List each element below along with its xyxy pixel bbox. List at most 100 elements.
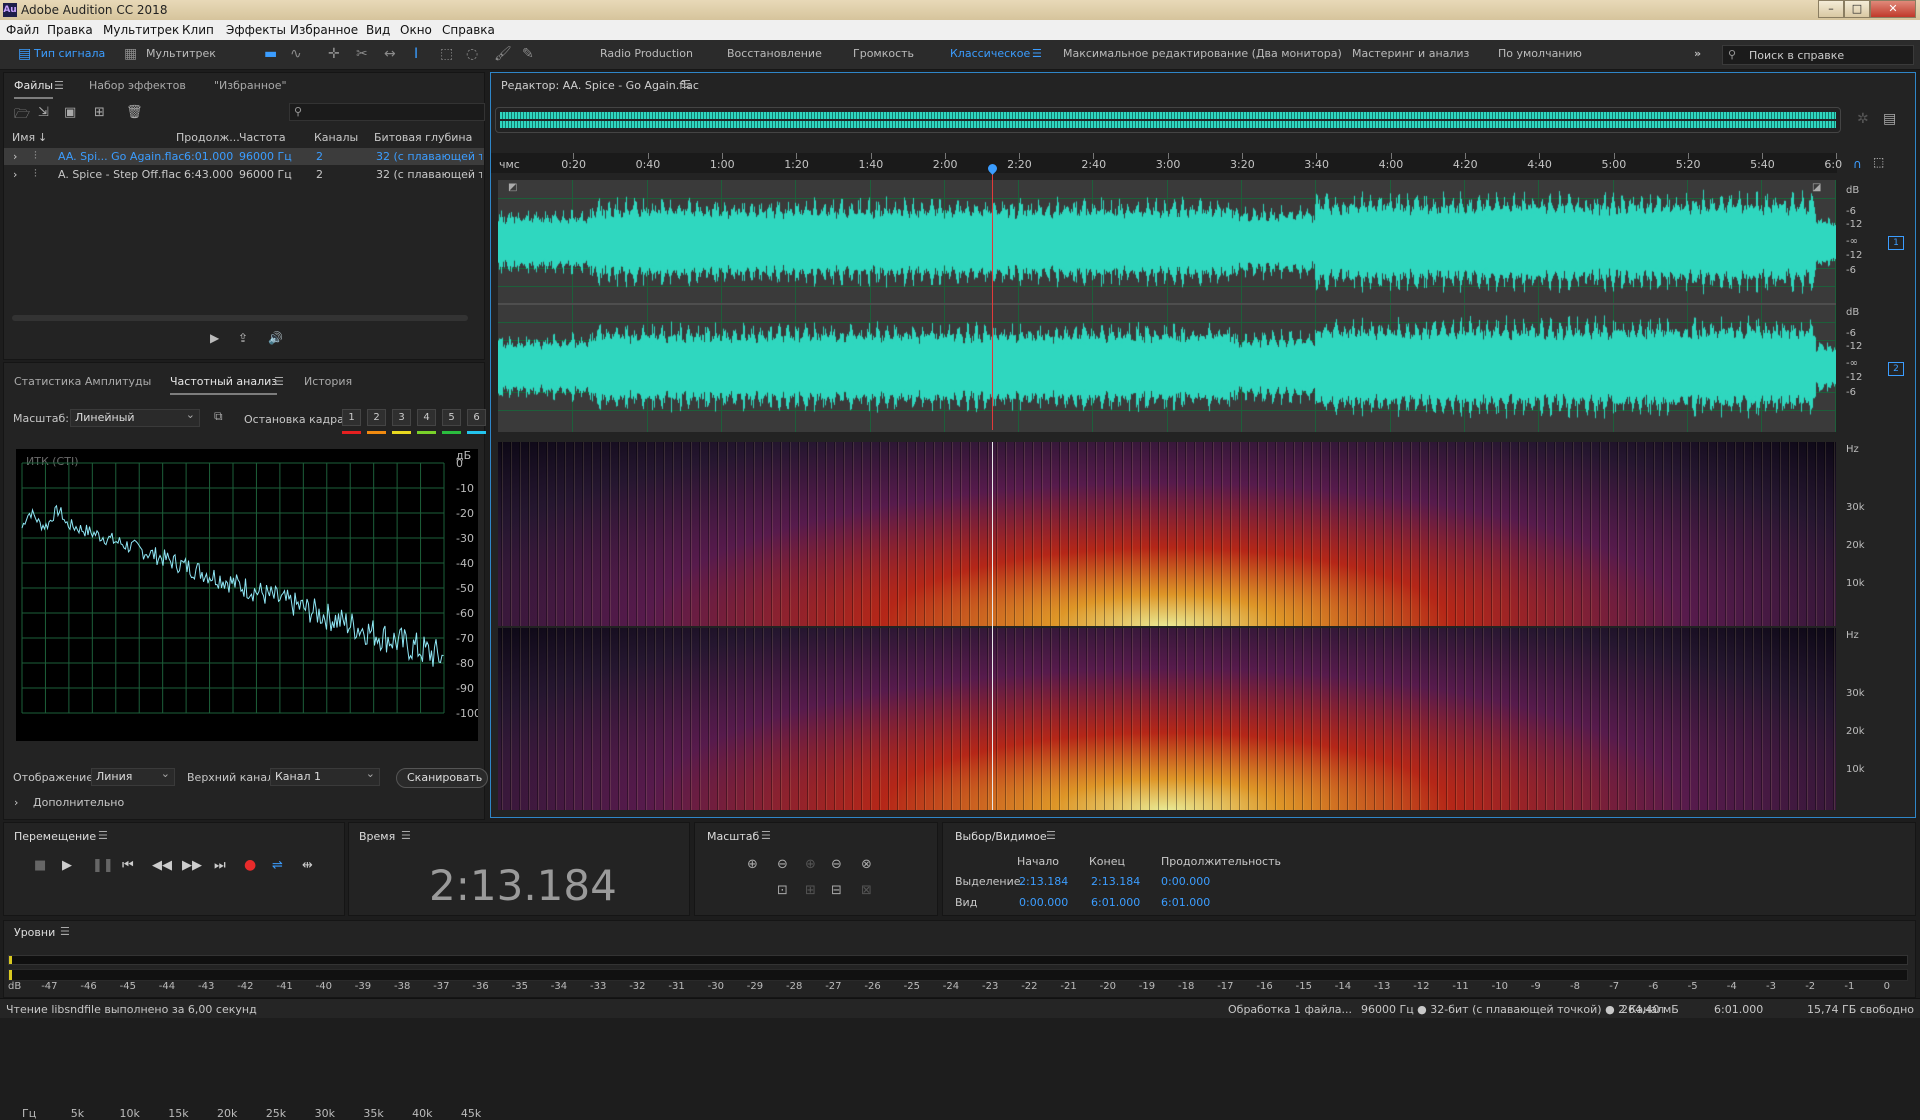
selection-duration[interactable]: 0:00.000 (1161, 875, 1210, 888)
selection-menu-icon[interactable]: ☰ (1046, 829, 1056, 842)
horizontal-scrollbar[interactable] (12, 315, 468, 321)
workspace-default[interactable]: По умолчанию (1498, 47, 1582, 60)
record-icon[interactable]: ● (244, 857, 256, 873)
new-file-icon[interactable]: ▣ (64, 105, 76, 120)
move-tool-icon[interactable]: ✛ (328, 46, 340, 62)
channel-badge[interactable]: 1 (1888, 236, 1904, 250)
editor-menu-icon[interactable]: ☰ (681, 78, 691, 91)
column-bit-depth[interactable]: Битовая глубина (374, 131, 472, 144)
panel-options-icon[interactable]: ▤ (1883, 111, 1896, 127)
channel-badge[interactable]: 2 (1888, 362, 1904, 376)
files-tab-menu-icon[interactable]: ☰ (54, 79, 64, 92)
preview-volume-icon[interactable]: 🔊 (268, 331, 283, 345)
scan-button[interactable]: Сканировать (396, 768, 488, 788)
tab-files[interactable]: Файлы (14, 79, 54, 99)
play-icon[interactable]: ▶ (62, 858, 72, 873)
zoom-to-selection-icon[interactable]: ⊡ (777, 883, 788, 898)
skip-forward-icon[interactable]: ⏭ (214, 858, 226, 873)
close-file-icon[interactable]: 🗑 (126, 105, 143, 120)
marquee-tool-icon[interactable]: ⬚ (440, 46, 453, 62)
import-file-icon[interactable]: ⇲ (38, 105, 49, 120)
workspace-classic[interactable]: Классическое (950, 47, 1030, 60)
menu-view[interactable]: Вид (366, 23, 390, 37)
insert-into-multitrack-icon[interactable]: ⊞ (94, 105, 105, 120)
time-menu-icon[interactable]: ☰ (401, 829, 411, 842)
time-ruler[interactable]: чмс 0:20 0:40 1:00 1:20 1:40 2:00 2:20 2:40 3:00… (491, 153, 1842, 173)
tab-history[interactable]: История (304, 375, 352, 388)
view-start[interactable]: 0:00.000 (1019, 896, 1068, 909)
selection-end[interactable]: 2:13.184 (1091, 875, 1140, 888)
transport-menu-icon[interactable]: ☰ (98, 829, 108, 842)
loop-icon[interactable]: ∩ (1853, 157, 1862, 171)
multitrack-view-button[interactable]: Мультитрек (146, 47, 216, 60)
selection-start[interactable]: 2:13.184 (1019, 875, 1068, 888)
menu-multitrack[interactable]: Мультитрек (103, 23, 179, 37)
tab-frequency-analysis[interactable]: Частотный анализ (170, 375, 278, 395)
brush-tool-icon[interactable]: 🖌 (494, 46, 512, 62)
slip-tool-icon[interactable]: ↔ (384, 46, 396, 62)
levels-menu-icon[interactable]: ☰ (60, 925, 70, 938)
menu-favorites[interactable]: Избранное (290, 23, 358, 37)
workspace-restoration[interactable]: Восстановление (727, 47, 822, 60)
freeze-frame-button[interactable]: 6 (467, 409, 486, 426)
advanced-toggle[interactable]: Дополнительно (33, 796, 124, 809)
column-name[interactable]: Имя (12, 131, 35, 144)
zoom-in-out-point-icon[interactable]: ⊞ (805, 883, 816, 898)
time-selection-tool-icon[interactable]: I (414, 46, 418, 62)
waveform-view-button[interactable]: Тип сигнала (34, 47, 105, 60)
hud-corner-icon[interactable]: ◪ (1812, 182, 1821, 193)
overview-navigator[interactable] (495, 107, 1841, 133)
menu-clip[interactable]: Клип (182, 23, 214, 37)
freeze-frame-button[interactable]: 4 (417, 409, 436, 426)
zoom-out-full-icon[interactable]: ⊗ (861, 857, 872, 872)
files-search-input[interactable]: ⚲ (289, 103, 485, 121)
freeze-frame-button[interactable]: 2 (367, 409, 386, 426)
zoom-in-point-icon[interactable]: ⊟ (831, 883, 842, 898)
fast-forward-icon[interactable]: ▶▶ (182, 858, 202, 873)
razor-tool-icon[interactable]: ✂ (356, 46, 368, 62)
help-search-input[interactable]: Поиск в справке (1749, 49, 1844, 62)
analysis-tab-menu-icon[interactable]: ☰ (274, 375, 284, 388)
healing-tool-icon[interactable]: ✎ (522, 46, 534, 62)
view-end[interactable]: 6:01.000 (1091, 896, 1140, 909)
lasso-tool-icon[interactable]: ◌ (466, 46, 478, 62)
menu-file[interactable]: Файл (6, 23, 39, 37)
loop-playback-icon[interactable]: ⇌ (272, 858, 283, 873)
display-select[interactable]: Линия (91, 766, 175, 786)
skip-back-icon[interactable]: ⏮ (122, 858, 134, 873)
waveform-area[interactable] (498, 180, 1836, 432)
table-row[interactable]: › ⫶ A. Spice - Step Off.flac 6:43.000 96… (4, 166, 484, 183)
zoom-in-time-icon[interactable]: ⊕ (805, 857, 816, 872)
help-search-box[interactable]: ⚲ Поиск в справке (1722, 45, 1914, 65)
spectral-display-icon[interactable]: ▬ (264, 46, 277, 62)
workspace-radio-production[interactable]: Radio Production (600, 47, 693, 60)
scale-select[interactable]: Линейный (70, 407, 200, 427)
pitch-display-icon[interactable]: ∿ (290, 46, 302, 62)
menu-effects[interactable]: Эффекты (226, 23, 286, 37)
workspace-mastering[interactable]: Мастеринг и анализ (1352, 47, 1469, 60)
expand-arrow-icon[interactable]: › (14, 796, 18, 809)
freeze-frame-button[interactable]: 3 (392, 409, 411, 426)
workspace-menu-icon[interactable]: ☰ (1032, 47, 1042, 60)
workspace-max-editing[interactable]: Максимальное редактирование (Два монитор… (1063, 47, 1342, 60)
column-rate[interactable]: Частота (239, 131, 286, 144)
open-file-icon[interactable]: 🗁 (14, 105, 30, 127)
maximize-button[interactable]: □ (1844, 0, 1870, 18)
preview-play-icon[interactable]: ▶ (210, 331, 219, 345)
tab-favorites[interactable]: "Избранное" (214, 79, 287, 92)
zoom-in-amplitude-icon[interactable]: ⊕ (747, 857, 758, 872)
copy-graph-icon[interactable]: ⧉ (214, 409, 223, 424)
more-workspaces-icon[interactable]: » (1694, 47, 1701, 60)
time-display[interactable]: 2:13.184 (429, 861, 617, 910)
rewind-icon[interactable]: ◀◀ (152, 858, 172, 873)
menu-edit[interactable]: Правка (47, 23, 93, 37)
preview-export-icon[interactable]: ⇪ (238, 331, 248, 345)
hud-corner-icon[interactable]: ◩ (508, 182, 517, 193)
menu-help[interactable]: Справка (442, 23, 495, 37)
zoom-out-time-icon[interactable]: ⊖ (831, 857, 842, 872)
skip-selection-icon[interactable]: ⇹ (302, 858, 313, 873)
channel-select[interactable]: Канал 1 (270, 766, 380, 786)
zoom-out-amplitude-icon[interactable]: ⊖ (777, 857, 788, 872)
menu-window[interactable]: Окно (400, 23, 432, 37)
tab-amplitude-stats[interactable]: Статистика Амплитуды (14, 375, 151, 388)
